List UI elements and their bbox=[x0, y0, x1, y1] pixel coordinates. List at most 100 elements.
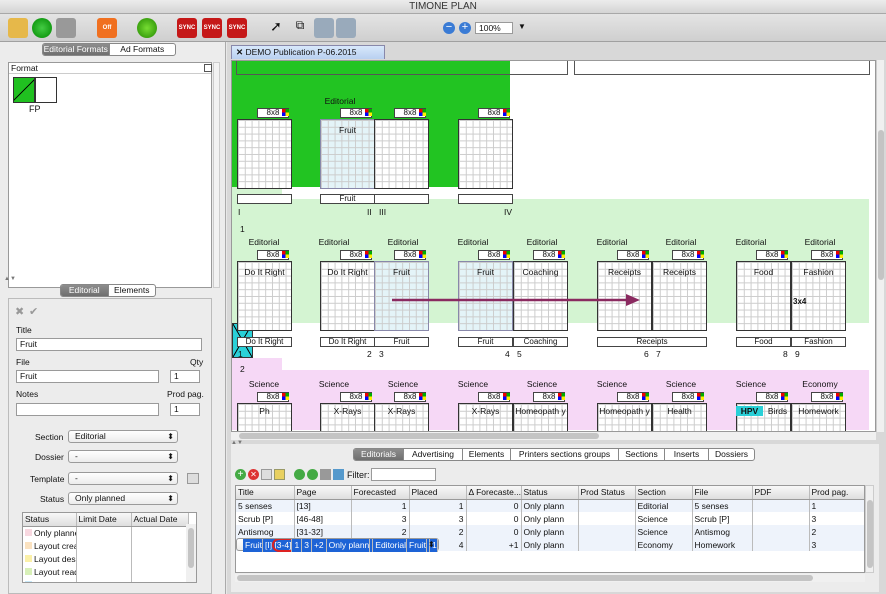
page-category: Science bbox=[387, 379, 419, 389]
page-title: Fruit bbox=[393, 267, 410, 277]
tab-printers-sections-groups[interactable]: Printers sections groups bbox=[511, 449, 619, 460]
print-list-icon[interactable] bbox=[320, 469, 331, 480]
splitter-arrows-icon[interactable]: ▲▼ bbox=[4, 276, 16, 282]
column-chooser-icon[interactable] bbox=[204, 64, 212, 72]
tab-editorial[interactable]: Editorial bbox=[61, 285, 109, 296]
tab-dossiers[interactable]: Dossiers bbox=[709, 449, 754, 460]
table-cell: Scrub [P] bbox=[692, 512, 753, 525]
table-row[interactable]: Fruit [I] [3-4] 1 3 +2 Only plann Editorial Fru… bbox=[236, 538, 439, 552]
table-cell: [46-48] bbox=[294, 512, 352, 525]
table-col-header[interactable]: File bbox=[692, 486, 753, 500]
open-folder-icon[interactable] bbox=[8, 18, 28, 38]
table-hscrollbar[interactable] bbox=[235, 574, 865, 582]
tab-advertising[interactable]: Advertising bbox=[404, 449, 463, 460]
filter-input[interactable] bbox=[371, 468, 436, 481]
table-row[interactable]: Antismog [31-32] 2 2 0 Only plann Science Antis… bbox=[236, 525, 864, 538]
section-select[interactable]: Editorial bbox=[68, 430, 178, 443]
table-cell: 1 bbox=[351, 499, 410, 512]
delete-icon[interactable]: ✖ bbox=[15, 305, 24, 318]
status-row[interactable]: Layout creat bbox=[23, 539, 189, 552]
dossier-select[interactable]: - bbox=[68, 450, 178, 463]
page-category: Editorial bbox=[665, 237, 697, 247]
sync-down-icon[interactable]: SYNC bbox=[227, 18, 247, 38]
zoom-in-icon[interactable]: + bbox=[459, 22, 471, 34]
format-fp-blank[interactable] bbox=[35, 77, 57, 103]
go-arrow-icon[interactable] bbox=[137, 18, 157, 38]
title-input[interactable]: Fruit bbox=[16, 338, 202, 351]
left-pane: Editorial Formats Ad Formats Format FP ▲… bbox=[0, 42, 226, 594]
report-icon[interactable] bbox=[333, 469, 344, 480]
table-col-header[interactable]: PDF bbox=[752, 486, 810, 500]
plan-hscrollbar[interactable] bbox=[231, 432, 876, 440]
table-col-header[interactable]: Prod Status bbox=[578, 486, 636, 500]
zoom-out-icon[interactable]: − bbox=[443, 22, 455, 34]
table-cell: Scrub [P] bbox=[236, 512, 295, 525]
page-thumb[interactable] bbox=[374, 119, 429, 189]
sync-up-icon[interactable]: SYNC bbox=[202, 18, 222, 38]
sync-icon[interactable]: SYNC bbox=[177, 18, 197, 38]
format-color-icon bbox=[365, 393, 372, 400]
pointer-tool-icon[interactable]: ➚ bbox=[266, 18, 286, 38]
format-fp-thumb[interactable] bbox=[13, 77, 35, 103]
tab-inserts[interactable]: Inserts bbox=[665, 449, 709, 460]
qty-label: Qty bbox=[190, 357, 204, 367]
qty-input[interactable]: 1 bbox=[170, 370, 200, 383]
page-title: Homeopath y bbox=[599, 406, 650, 416]
add-icon[interactable]: + bbox=[235, 469, 246, 480]
file-input[interactable]: Fruit bbox=[16, 370, 159, 383]
limit-date-col-header[interactable]: Limit Date bbox=[76, 513, 132, 527]
page-thumb[interactable] bbox=[458, 119, 513, 189]
page-number: III bbox=[379, 207, 387, 217]
table-row[interactable]: 5 senses [13] 1 1 0 Only plann Editorial 5 sens… bbox=[236, 499, 864, 512]
plan-vscrollbar[interactable] bbox=[876, 60, 884, 432]
import-icon[interactable] bbox=[294, 469, 305, 480]
table-col-header[interactable]: Section bbox=[635, 486, 693, 500]
document-tab[interactable]: ✕ DEMO Publication P-06.2015 bbox=[231, 45, 385, 59]
table-col-header[interactable]: Placed bbox=[409, 486, 467, 500]
tab-editorials[interactable]: Editorials bbox=[354, 449, 404, 460]
tab-editorial-formats[interactable]: Editorial Formats bbox=[43, 44, 110, 55]
format-scrollbar[interactable] bbox=[213, 62, 220, 288]
print-icon[interactable] bbox=[56, 18, 76, 38]
table-row[interactable]: Scrub [P] [46-48] 3 3 0 Only plann Science Scru… bbox=[236, 512, 864, 525]
move-left-icon[interactable] bbox=[314, 18, 334, 38]
tab-ad-formats[interactable]: Ad Formats bbox=[110, 44, 176, 55]
remove-icon[interactable]: ✕ bbox=[248, 469, 259, 480]
status-select[interactable]: Only planned bbox=[68, 492, 178, 505]
table-cell: Antismog bbox=[692, 525, 753, 538]
template-select[interactable]: - bbox=[68, 472, 178, 485]
off-icon[interactable]: Off bbox=[97, 18, 117, 38]
table-col-header[interactable]: Status bbox=[521, 486, 579, 500]
status-scrollbar[interactable] bbox=[186, 524, 196, 582]
table-col-header[interactable]: Forecasted bbox=[351, 486, 410, 500]
table-col-header[interactable]: Page bbox=[294, 486, 352, 500]
status-row[interactable]: Only planne bbox=[23, 526, 189, 539]
actual-date-col-header[interactable]: Actual Date bbox=[131, 513, 189, 527]
confirm-icon[interactable]: ✔ bbox=[29, 305, 38, 318]
tab-elements-list[interactable]: Elements bbox=[463, 449, 511, 460]
table-cell bbox=[578, 538, 636, 551]
move-right-icon[interactable] bbox=[336, 18, 356, 38]
notes-input[interactable] bbox=[16, 403, 159, 416]
zoom-dropdown-icon[interactable]: ▼ bbox=[518, 22, 526, 31]
page-title: Coaching bbox=[522, 267, 559, 277]
edit-icon[interactable] bbox=[274, 469, 285, 480]
prodpag-input[interactable]: 1 bbox=[170, 403, 200, 416]
zoom-input[interactable]: 100% bbox=[475, 22, 513, 34]
tab-elements[interactable]: Elements bbox=[109, 285, 156, 296]
table-col-header[interactable]: Title bbox=[236, 486, 295, 500]
page-thumb[interactable] bbox=[237, 119, 292, 189]
status-row[interactable]: PDF created bbox=[23, 578, 189, 582]
select-tool-icon[interactable]: ⧉ bbox=[290, 18, 310, 38]
template-picker-icon[interactable] bbox=[187, 473, 199, 484]
status-row[interactable]: Layout desi bbox=[23, 552, 189, 565]
copy-icon[interactable] bbox=[261, 469, 272, 480]
table-col-header[interactable]: Δ Forecaste... bbox=[466, 486, 522, 500]
status-col-header[interactable]: Status bbox=[23, 513, 77, 527]
table-col-header[interactable]: Prod pag. bbox=[809, 486, 864, 500]
table-vscrollbar[interactable] bbox=[865, 485, 874, 573]
tab-sections[interactable]: Sections bbox=[619, 449, 665, 460]
refresh-icon[interactable] bbox=[32, 18, 52, 38]
export-icon[interactable] bbox=[307, 469, 318, 480]
status-row[interactable]: Layout read bbox=[23, 565, 189, 578]
